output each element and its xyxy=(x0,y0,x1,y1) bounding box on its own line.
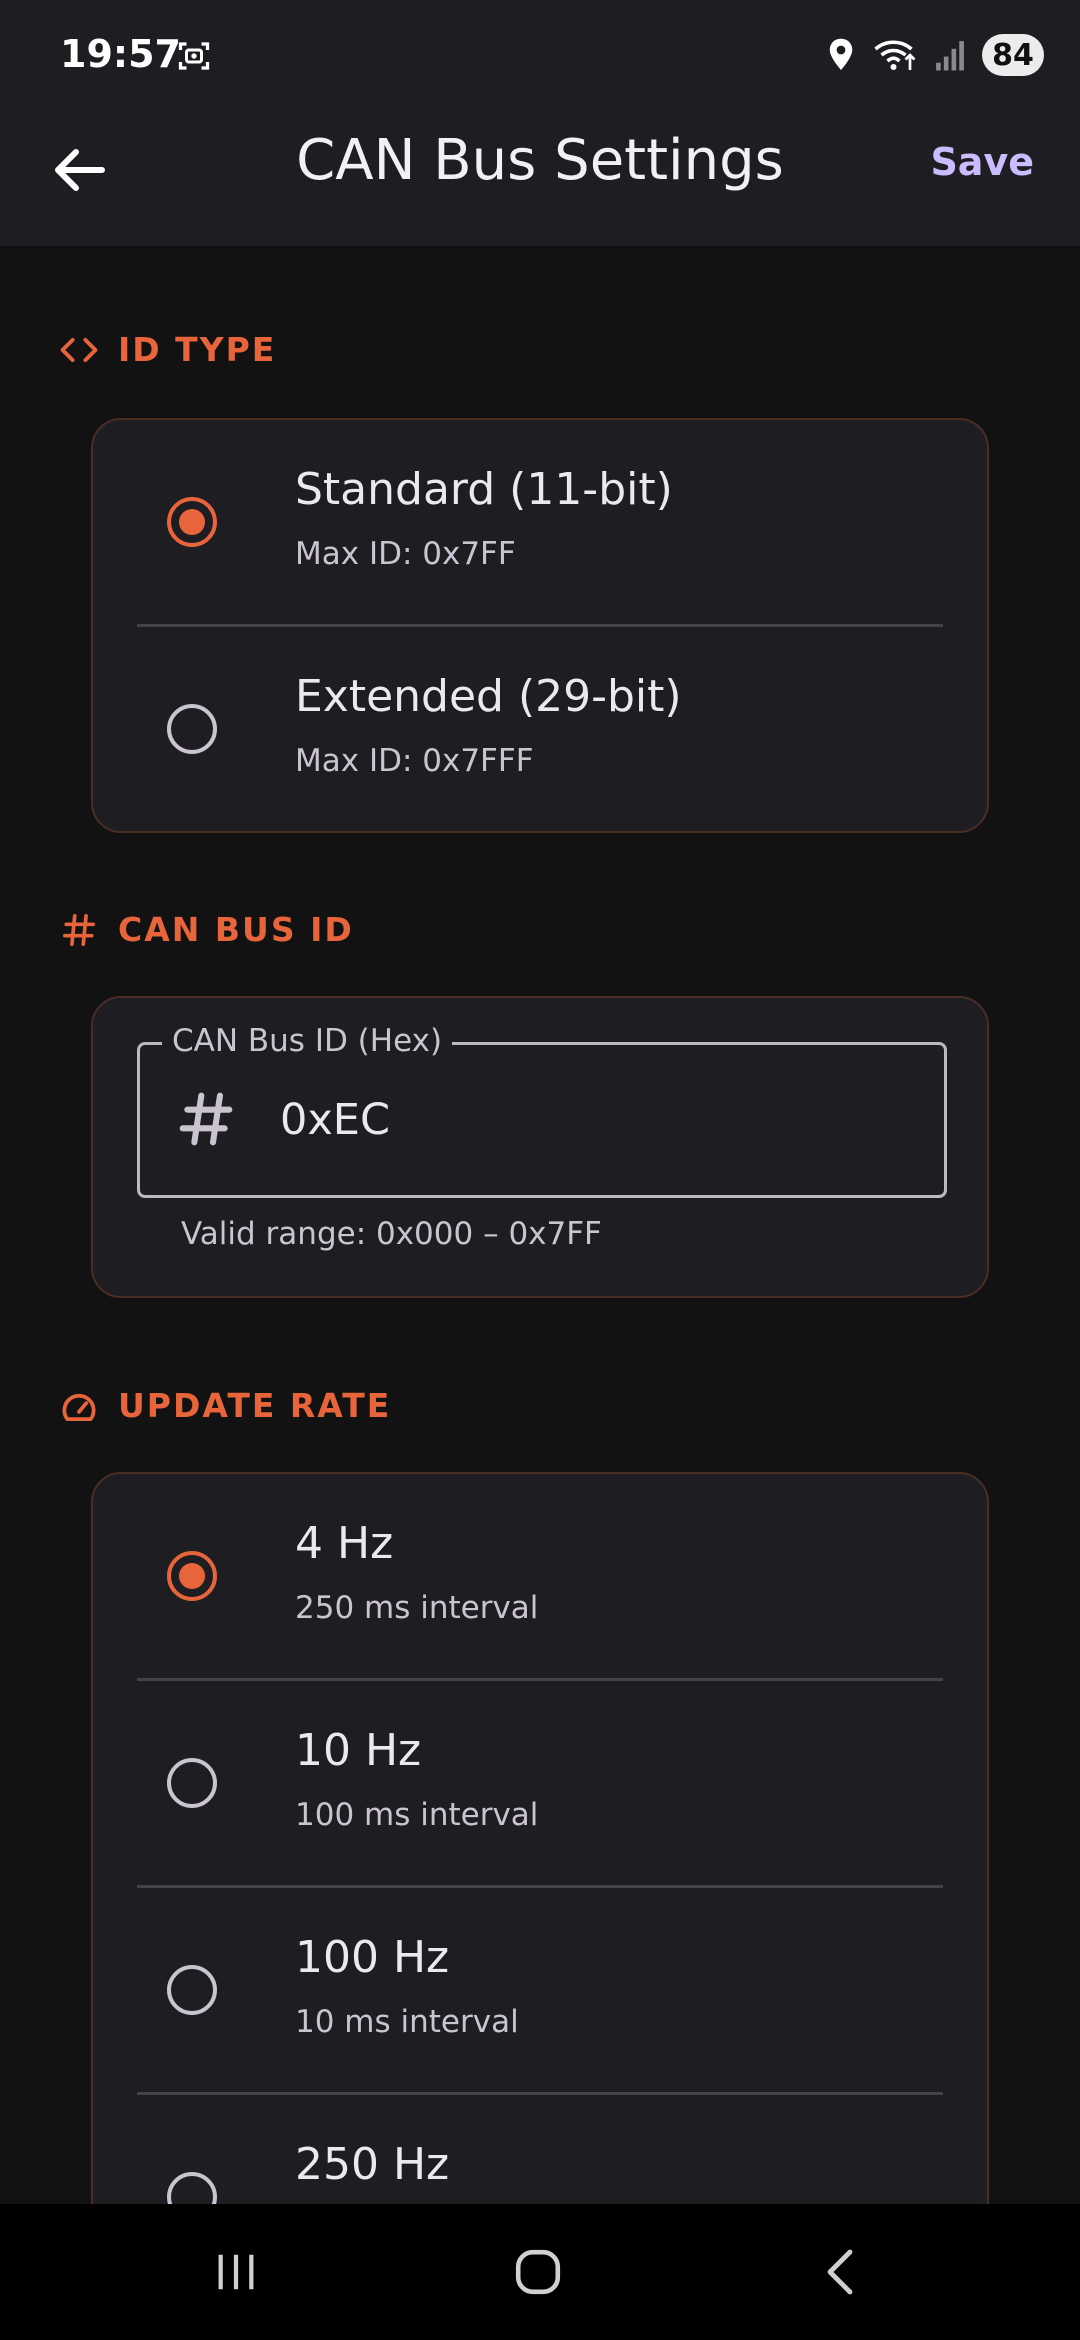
radio-button[interactable] xyxy=(167,1965,217,2015)
option-title: Standard (11-bit) xyxy=(295,464,673,515)
section-title: CAN BUS ID xyxy=(118,910,354,949)
can-bus-id-field[interactable]: CAN Bus ID (Hex) xyxy=(137,1023,947,1198)
location-icon xyxy=(829,38,853,70)
nav-back-button[interactable] xyxy=(800,2242,880,2302)
section-header-can-bus-id: CAN BUS ID xyxy=(60,910,354,949)
can-bus-id-card: CAN Bus ID (Hex) Valid range: 0x000 – 0x… xyxy=(91,996,989,1298)
update-rate-card: 4 Hz 250 ms interval 10 Hz 100 ms interv… xyxy=(91,1472,989,2204)
radio-button[interactable] xyxy=(167,2172,217,2204)
option-subtitle: Max ID: 0x7FFF xyxy=(295,743,534,779)
option-subtitle: Max ID: 0x7FF xyxy=(295,536,516,572)
update-rate-option-4hz[interactable]: 4 Hz 250 ms interval xyxy=(93,1474,987,1678)
settings-content[interactable]: ID TYPE Standard (11-bit) Max ID: 0x7FF … xyxy=(0,246,1080,2204)
id-type-option-standard[interactable]: Standard (11-bit) Max ID: 0x7FF xyxy=(93,420,987,624)
field-helper-text: Valid range: 0x000 – 0x7FF xyxy=(181,1216,602,1252)
section-title: ID TYPE xyxy=(118,330,277,369)
hash-icon xyxy=(179,1092,233,1146)
radio-button[interactable] xyxy=(167,1758,217,1808)
screenshot-icon xyxy=(178,42,210,70)
top-app-bar: 19:57 84 CAN Bus Settings Save xyxy=(0,0,1080,246)
status-icons: 84 xyxy=(826,32,1044,78)
section-header-update-rate: UPDATE RATE xyxy=(60,1386,391,1425)
option-title: 100 Hz xyxy=(295,1932,450,1983)
wifi-icon xyxy=(874,40,916,70)
system-navigation-bar xyxy=(0,2204,1080,2340)
hash-icon xyxy=(60,911,98,949)
screen: 19:57 84 CAN Bus Settings Save ID TYPE S… xyxy=(0,0,1080,2340)
option-subtitle: 100 ms interval xyxy=(295,1797,539,1833)
field-label: CAN Bus ID (Hex) xyxy=(162,1023,453,1059)
id-type-option-extended[interactable]: Extended (29-bit) Max ID: 0x7FFF xyxy=(93,627,987,831)
back-button[interactable] xyxy=(40,130,120,210)
home-button[interactable] xyxy=(498,2242,578,2302)
option-subtitle: 250 ms interval xyxy=(295,1590,539,1626)
home-icon xyxy=(515,2249,561,2295)
id-type-card: Standard (11-bit) Max ID: 0x7FF Extended… xyxy=(91,418,989,833)
recent-apps-icon xyxy=(218,2254,254,2290)
page-title: CAN Bus Settings xyxy=(296,128,784,193)
radio-button-selected[interactable] xyxy=(167,1551,217,1601)
option-subtitle: 10 ms interval xyxy=(295,2004,519,2040)
radio-button[interactable] xyxy=(167,704,217,754)
battery-indicator: 84 xyxy=(982,34,1044,76)
status-time: 19:57 xyxy=(60,32,181,76)
option-title: 10 Hz xyxy=(295,1725,422,1776)
arrow-back-icon xyxy=(55,149,105,191)
option-title: 4 Hz xyxy=(295,1518,394,1569)
option-title: Extended (29-bit) xyxy=(295,671,682,722)
back-icon xyxy=(827,2249,853,2295)
update-rate-option-250hz[interactable]: 250 Hz xyxy=(93,2095,987,2204)
can-bus-id-input[interactable] xyxy=(280,1085,900,1155)
update-rate-option-100hz[interactable]: 100 Hz 10 ms interval xyxy=(93,1888,987,2092)
section-header-id-type: ID TYPE xyxy=(60,330,276,369)
save-button[interactable]: Save xyxy=(930,140,1034,184)
radio-button-selected[interactable] xyxy=(167,497,217,547)
recent-apps-button[interactable] xyxy=(196,2242,276,2302)
signal-icon xyxy=(936,41,964,71)
update-rate-option-10hz[interactable]: 10 Hz 100 ms interval xyxy=(93,1681,987,1885)
speedometer-icon xyxy=(60,1387,98,1425)
option-title: 250 Hz xyxy=(295,2139,450,2190)
code-icon xyxy=(60,331,98,369)
section-title: UPDATE RATE xyxy=(118,1386,392,1425)
